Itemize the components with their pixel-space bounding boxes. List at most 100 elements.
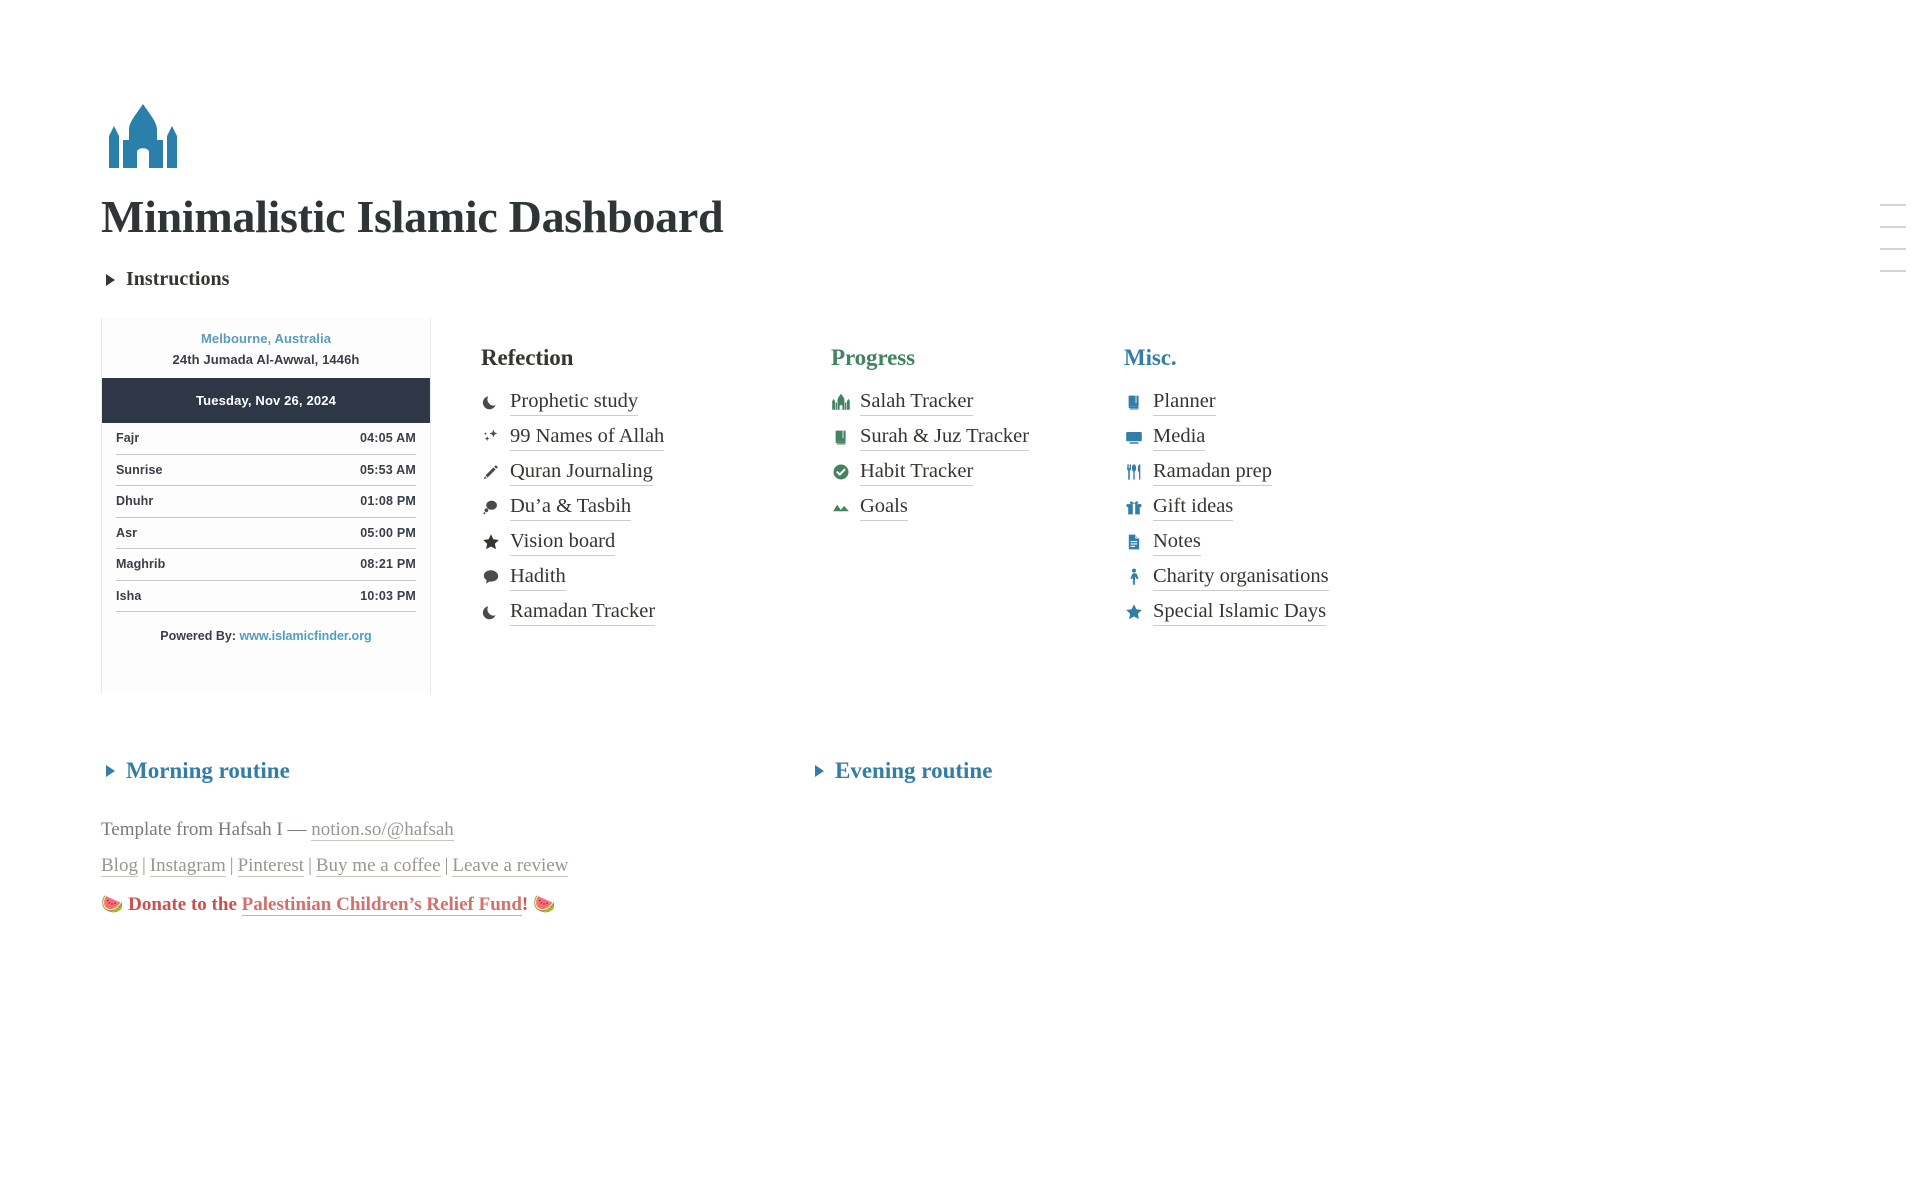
donate-prefix: Donate to the xyxy=(128,894,242,915)
footer-donate-row: 🍉 Donate to the Palestinian Children’s R… xyxy=(101,884,568,925)
footer-credit-text: Template from Hafsah I — xyxy=(101,819,312,840)
link-item-salah-tracker[interactable]: Salah Tracker xyxy=(831,384,1029,419)
chevron-right-icon[interactable] xyxy=(106,273,115,286)
prayer-widget-date-bar: Tuesday, Nov 26, 2024 xyxy=(102,378,430,423)
thought-bubble-icon xyxy=(481,497,501,517)
link-item-notes[interactable]: Notes xyxy=(1124,524,1329,559)
prayer-widget-city[interactable]: Melbourne, Australia xyxy=(112,330,420,348)
link-item-label: 99 Names of Allah xyxy=(510,423,665,451)
prayer-time: 08:21 PM xyxy=(360,557,416,572)
footer-link-blog[interactable]: Blog xyxy=(101,855,138,877)
link-item-gift-ideas[interactable]: Gift ideas xyxy=(1124,489,1329,524)
toggle-instructions[interactable]: Instructions xyxy=(106,268,229,291)
islamicfinder-link[interactable]: www.islamicfinder.org xyxy=(239,629,371,643)
link-item-label: Planner xyxy=(1153,388,1216,416)
link-item-label: Gift ideas xyxy=(1153,493,1234,521)
link-item-label: Goals xyxy=(860,493,908,521)
star-icon xyxy=(1124,602,1144,622)
link-item-planner[interactable]: Planner xyxy=(1124,384,1329,419)
link-item-special-islamic-days[interactable]: Special Islamic Days xyxy=(1124,594,1329,629)
column-misc: Misc. Planner Media Ramadan prep Gift ideas… xyxy=(1124,345,1329,629)
person-icon xyxy=(1124,567,1144,587)
prayer-time: 10:03 PM xyxy=(360,588,416,603)
notion-page: Minimalistic Islamic Dashboard Instructi… xyxy=(0,0,1920,1199)
column-progress-heading: Progress xyxy=(831,345,915,370)
scroll-mark[interactable] xyxy=(1880,226,1906,228)
scroll-mark[interactable] xyxy=(1880,204,1906,206)
footer-credit-line: Template from Hafsah I — notion.so/@hafs… xyxy=(101,812,568,848)
prayer-name: Sunrise xyxy=(116,462,163,477)
toggle-morning-routine-label: Morning routine xyxy=(126,758,290,783)
scroll-marks[interactable] xyxy=(1880,204,1906,292)
link-item-99-names-of-allah[interactable]: 99 Names of Allah xyxy=(481,419,665,454)
footer-link-instagram[interactable]: Instagram xyxy=(149,855,226,877)
link-item-habit-tracker[interactable]: Habit Tracker xyxy=(831,454,1029,489)
donate-link[interactable]: Palestinian Children’s Relief Fund xyxy=(241,894,522,916)
link-item-vision-board[interactable]: Vision board xyxy=(481,524,664,559)
link-item-goals[interactable]: Goals xyxy=(831,489,1029,524)
column-refection-heading: Refection xyxy=(481,345,574,370)
footer-link-separator: | xyxy=(229,855,234,876)
gift-icon xyxy=(1124,497,1144,517)
scroll-mark[interactable] xyxy=(1880,248,1906,250)
link-item-surah-juz-tracker[interactable]: Surah & Juz Tracker xyxy=(831,419,1030,454)
prayer-times-list: Fajr 04:05 AM Sunrise 05:53 AM Dhuhr 01:08 PM… xyxy=(102,423,430,612)
prayer-name: Dhuhr xyxy=(116,494,154,509)
page-title: Minimalistic Islamic Dashboard xyxy=(101,191,724,242)
toggle-evening-routine[interactable]: Evening routine xyxy=(815,758,992,784)
chevron-right-icon[interactable] xyxy=(106,765,115,777)
footer-credit-link[interactable]: notion.so/@hafsah xyxy=(311,819,454,841)
link-item-charity-organisations[interactable]: Charity organisations xyxy=(1124,559,1329,594)
link-item-quran-journaling[interactable]: Quran Journaling xyxy=(481,454,664,489)
column-refection: Refection Prophetic study 99 Names of All… xyxy=(481,345,665,629)
check-circle-icon xyxy=(831,462,851,482)
link-item-label: Media xyxy=(1153,423,1206,451)
link-item-label: Notes xyxy=(1153,528,1201,556)
footer-link-leave-a-review[interactable]: Leave a review xyxy=(452,855,569,877)
toggle-instructions-label: Instructions xyxy=(126,268,230,290)
link-item-label: Quran Journaling xyxy=(510,458,653,486)
prayer-widget-hijri-date: 24th Jumada Al-Awwal, 1446h xyxy=(172,352,360,367)
link-item-hadith[interactable]: Hadith xyxy=(481,559,664,594)
link-item-ramadan-tracker[interactable]: Ramadan Tracker xyxy=(481,594,664,629)
prayer-name: Isha xyxy=(116,588,142,603)
link-item-du-a-tasbih[interactable]: Du’a & Tasbih xyxy=(481,489,664,524)
prayer-name: Maghrib xyxy=(116,557,166,572)
chevron-right-icon[interactable] xyxy=(815,765,824,777)
link-item-ramadan-prep[interactable]: Ramadan prep xyxy=(1124,454,1329,489)
prayer-time-row: Asr 05:00 PM xyxy=(116,518,416,549)
link-item-media[interactable]: Media xyxy=(1124,419,1329,454)
speech-bubble-icon xyxy=(481,567,501,587)
column-misc-heading: Misc. xyxy=(1124,345,1177,370)
link-item-label: Salah Tracker xyxy=(860,388,974,416)
mosque-icon xyxy=(831,392,851,412)
prayer-time: 04:05 AM xyxy=(359,431,416,446)
link-item-prophetic-study[interactable]: Prophetic study xyxy=(481,384,664,419)
link-item-label: Ramadan prep xyxy=(1153,458,1272,486)
page-footer: Template from Hafsah I — notion.so/@hafs… xyxy=(101,812,569,925)
column-refection-list: Prophetic study 99 Names of Allah Quran Jo… xyxy=(481,384,665,629)
link-item-label: Du’a & Tasbih xyxy=(510,493,632,521)
utensils-icon xyxy=(1124,462,1144,482)
toggle-morning-routine[interactable]: Morning routine xyxy=(106,758,290,784)
column-progress-list: Salah Tracker Surah & Juz Tracker Habit Tr… xyxy=(831,384,1030,524)
prayer-times-widget[interactable]: Melbourne, Australia 24th Jumada Al-Awwa… xyxy=(101,318,431,694)
document-icon xyxy=(1124,532,1144,552)
footer-link-separator: | xyxy=(308,855,312,876)
prayer-time: 01:08 PM xyxy=(360,494,416,509)
link-item-label: Surah & Juz Tracker xyxy=(860,423,1030,451)
column-misc-list: Planner Media Ramadan prep Gift ideas Notes C… xyxy=(1124,384,1329,629)
footer-link-buy-me-a-coffee[interactable]: Buy me a coffee xyxy=(315,855,441,877)
prayer-time: 05:00 PM xyxy=(360,525,416,540)
prayer-time-row: Fajr 04:05 AM xyxy=(116,423,416,455)
prayer-time-row: Dhuhr 01:08 PM xyxy=(116,486,416,518)
books-icon xyxy=(831,427,851,447)
link-item-label: Habit Tracker xyxy=(860,458,974,486)
powered-by-label: Powered By: xyxy=(160,629,236,643)
mosque-icon[interactable] xyxy=(101,96,185,180)
scroll-mark[interactable] xyxy=(1880,270,1906,272)
link-item-label: Vision board xyxy=(510,528,616,556)
link-item-label: Charity organisations xyxy=(1153,563,1329,591)
footer-link-pinterest[interactable]: Pinterest xyxy=(237,855,305,877)
sparkles-icon xyxy=(481,427,501,447)
